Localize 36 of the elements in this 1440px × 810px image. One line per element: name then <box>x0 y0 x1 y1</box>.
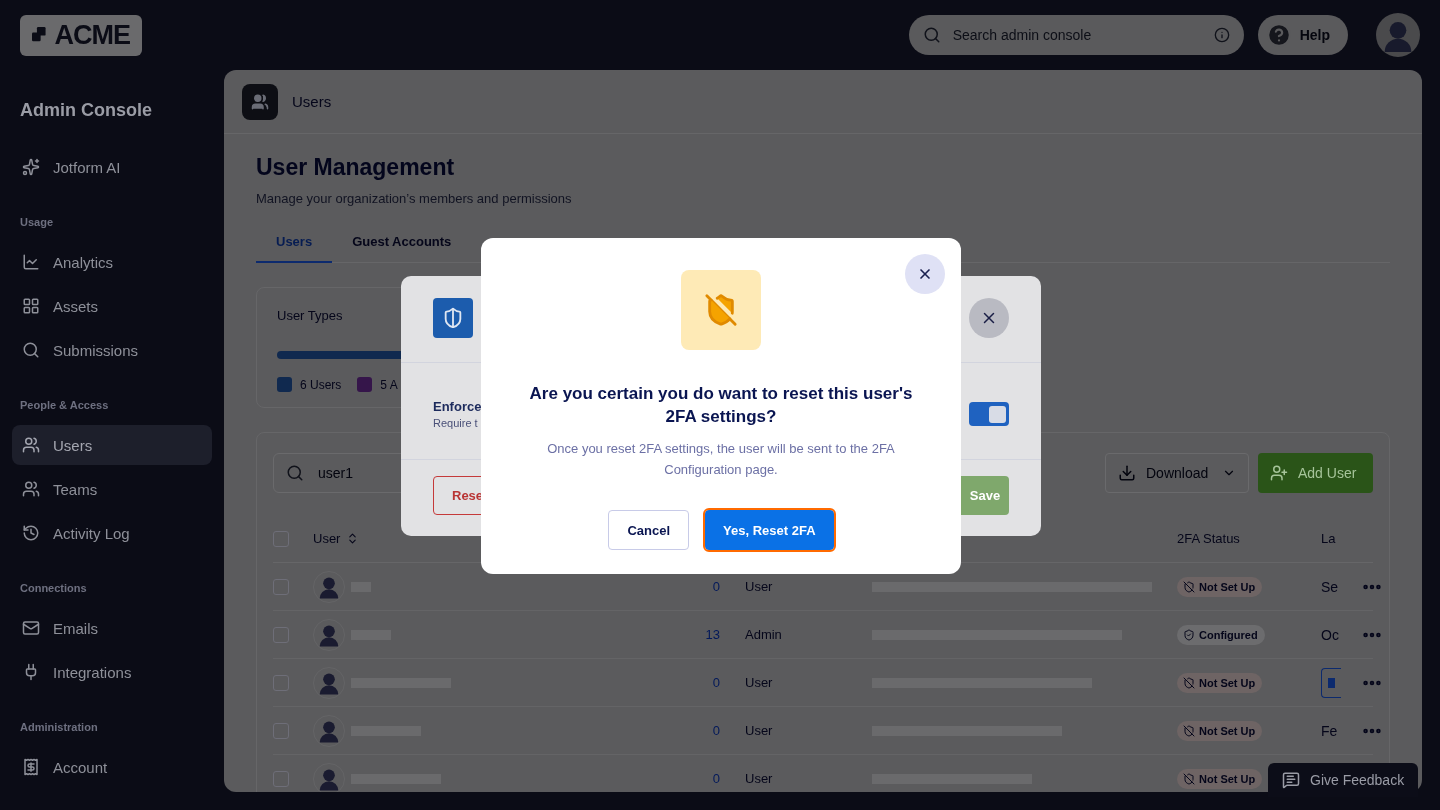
status-badge: Not Set Up <box>1177 576 1263 597</box>
section-label: Connections <box>19 582 88 594</box>
table-cell-text: 13 <box>704 627 720 642</box>
table-cell-text: User <box>744 723 774 738</box>
status-badge: Not Set Up <box>1177 672 1263 693</box>
table-cell: Oc <box>1321 626 1339 643</box>
status-badge: Not Set Up <box>1177 720 1263 741</box>
legend-label: 6 Users <box>300 377 342 392</box>
table-cell: Se <box>1321 578 1339 595</box>
page-subtitle: Manage your organization’s members and permissions <box>256 191 573 206</box>
table-cell-text: 0 <box>711 723 720 738</box>
table-cell-text: 0 <box>711 771 720 786</box>
table-cell-text: 0 <box>711 675 720 690</box>
column-header: 2FA Status <box>1177 531 1241 546</box>
legend-label: 5 A <box>380 377 398 392</box>
sidebar-title: Admin Console <box>19 100 153 121</box>
dialog-title: Are you certain you do want to reset this user's 2FA settings? <box>528 383 914 428</box>
section-label: Administration <box>19 721 99 733</box>
logo-text: ACME <box>54 19 130 51</box>
status-badge: Not Set Up <box>1177 768 1263 789</box>
page-title: User Management <box>256 154 456 181</box>
dialog-message: Once you reset 2FA settings, the user will be sent to the 2FA Configuration page. <box>546 440 896 479</box>
setting-description: Require t <box>433 417 479 429</box>
table-cell-text: User <box>744 675 774 690</box>
status-badge: Configured <box>1177 624 1265 645</box>
table-cell-text: User <box>744 771 774 786</box>
section-label: People & Access <box>19 399 110 411</box>
breadcrumb: Users <box>292 93 332 110</box>
table-cell-text: 0 <box>711 579 720 594</box>
table-cell-text: User <box>744 579 774 594</box>
setting-title: Enforce <box>433 399 482 414</box>
table-cell: Fe <box>1321 722 1338 739</box>
table-cell-text: Admin <box>744 627 783 642</box>
card-title: User Types <box>277 308 344 323</box>
section-label: Usage <box>19 216 55 228</box>
column-header: La <box>1321 531 1337 546</box>
